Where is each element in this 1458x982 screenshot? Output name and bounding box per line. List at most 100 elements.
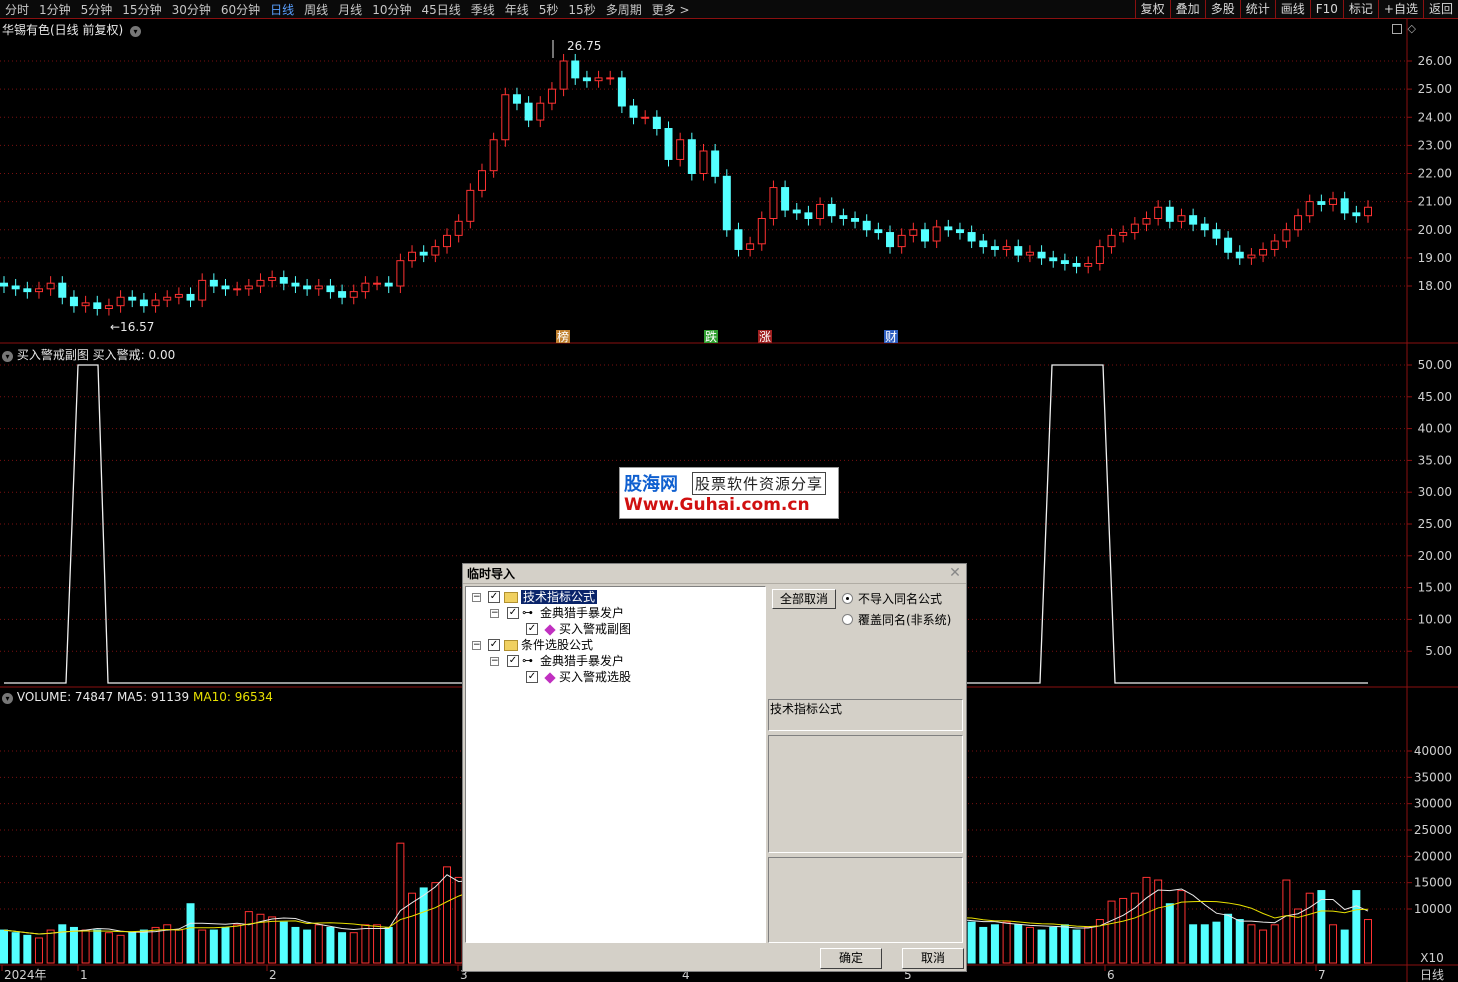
tree-checkbox[interactable]: ✓ bbox=[507, 655, 519, 667]
volume-bar bbox=[326, 926, 335, 964]
tree-checkbox[interactable]: ✓ bbox=[526, 623, 538, 635]
candle-body bbox=[816, 203, 825, 219]
volume-tick-label: 15000 bbox=[1414, 876, 1452, 890]
candle-body bbox=[46, 282, 55, 290]
volume-bar bbox=[979, 926, 988, 964]
tree-node-tech-formula[interactable]: 技术指标公式 bbox=[521, 589, 598, 605]
candle-body bbox=[559, 60, 568, 90]
volume-bar bbox=[1189, 924, 1198, 964]
volume-bar bbox=[967, 921, 976, 964]
collapse-icon[interactable]: − bbox=[490, 609, 499, 618]
options-panel: 全部取消 不导入同名公式 覆盖同名(非系统) 技术指标公式 bbox=[768, 586, 965, 943]
candle-body bbox=[851, 218, 860, 222]
collapse-icon[interactable]: − bbox=[472, 641, 481, 650]
candle-body bbox=[1130, 223, 1139, 234]
volume-bar bbox=[186, 903, 195, 964]
candle-body bbox=[1305, 201, 1314, 217]
event-marker-label: 榜 bbox=[557, 329, 569, 344]
description-box-top[interactable] bbox=[768, 735, 963, 853]
sub-tick-label: 20.00 bbox=[1418, 549, 1452, 563]
tree-node-group[interactable]: 金典猎手暴发户 bbox=[540, 605, 624, 621]
chevron-down-icon[interactable]: ▾ bbox=[2, 351, 13, 362]
candle-body bbox=[746, 243, 755, 250]
candle-body bbox=[268, 277, 277, 281]
candle-body bbox=[944, 226, 953, 231]
candle-body bbox=[256, 279, 265, 287]
cancel-all-button[interactable]: 全部取消 bbox=[772, 589, 836, 609]
import-dialog: 临时导入 ✕ − ✓ 技术指标公式 − ✓ ⊶ 金典猎手暴发户 ✓ 买入警戒副图… bbox=[462, 563, 967, 972]
tree-node-select-formula[interactable]: 条件选股公式 bbox=[521, 637, 593, 653]
candle-body bbox=[932, 226, 941, 242]
x-axis-label: 2 bbox=[269, 968, 277, 982]
candle-body bbox=[349, 291, 358, 298]
candle-body bbox=[34, 288, 43, 293]
candle-body bbox=[326, 285, 335, 293]
formula-icon bbox=[544, 672, 556, 684]
candle-body bbox=[1165, 206, 1174, 222]
candle-body bbox=[128, 296, 137, 301]
close-icon[interactable]: ✕ bbox=[948, 566, 962, 580]
price-tick-label: 23.00 bbox=[1418, 138, 1452, 152]
candle-body bbox=[1037, 251, 1046, 259]
candle-body bbox=[291, 282, 300, 287]
candle-body bbox=[104, 305, 113, 309]
description-box-bottom[interactable] bbox=[768, 857, 963, 943]
volume-bar bbox=[198, 929, 207, 964]
high-price-label: 26.75 bbox=[567, 39, 601, 53]
collapse-icon[interactable]: − bbox=[472, 593, 481, 602]
candle-body bbox=[711, 150, 720, 177]
candle-body bbox=[1072, 263, 1081, 267]
volume-bar bbox=[349, 932, 358, 964]
tree-checkbox[interactable]: ✓ bbox=[488, 591, 500, 603]
radio-skip-same[interactable] bbox=[842, 593, 853, 604]
candle-body bbox=[408, 251, 417, 262]
candle-body bbox=[571, 60, 580, 79]
x-axis-label: 1 bbox=[80, 968, 88, 982]
volume-bar bbox=[93, 929, 102, 964]
volume-bar bbox=[221, 926, 230, 964]
candle-body bbox=[1259, 248, 1268, 256]
price-tick-label: 25.00 bbox=[1418, 82, 1452, 96]
sub-tick-label: 5.00 bbox=[1425, 644, 1452, 658]
candle-body bbox=[676, 139, 685, 160]
volume-bar bbox=[69, 926, 78, 964]
tree-checkbox[interactable]: ✓ bbox=[507, 607, 519, 619]
ok-button[interactable]: 确定 bbox=[820, 948, 882, 969]
candle-body bbox=[920, 229, 929, 242]
volume-bar bbox=[1119, 897, 1128, 964]
volume-bar bbox=[233, 924, 242, 964]
candle-body bbox=[1107, 234, 1116, 248]
candle-body bbox=[466, 189, 475, 222]
volume-bar bbox=[209, 929, 218, 964]
cancel-button[interactable]: 取消 bbox=[902, 948, 964, 969]
candle-body bbox=[501, 94, 510, 141]
formula-icon bbox=[544, 624, 556, 636]
tree-node-formula[interactable]: 买入警戒副图 bbox=[559, 621, 631, 637]
candle-body bbox=[186, 293, 195, 301]
tree-checkbox[interactable]: ✓ bbox=[488, 639, 500, 651]
candle-body bbox=[279, 277, 288, 284]
folder-icon bbox=[504, 592, 518, 603]
tree-node-formula[interactable]: 买入警戒选股 bbox=[559, 669, 631, 685]
volume-bar bbox=[1340, 929, 1349, 964]
candle-body bbox=[687, 139, 696, 174]
volume-tick-label: 30000 bbox=[1414, 797, 1452, 811]
event-marker-label: 涨 bbox=[759, 329, 771, 344]
candle-body bbox=[139, 299, 148, 307]
formula-tree: − ✓ 技术指标公式 − ✓ ⊶ 金典猎手暴发户 ✓ 买入警戒副图 − ✓ 条件… bbox=[465, 586, 766, 943]
tree-checkbox[interactable]: ✓ bbox=[526, 671, 538, 683]
event-marker-label: 跌 bbox=[705, 329, 717, 344]
radio-overwrite[interactable] bbox=[842, 614, 853, 625]
chevron-down-icon[interactable]: ▾ bbox=[2, 693, 13, 704]
candle-body bbox=[151, 299, 160, 307]
volume-bar bbox=[1037, 929, 1046, 964]
tree-node-group[interactable]: 金典猎手暴发户 bbox=[540, 653, 624, 669]
candle-body bbox=[629, 105, 638, 118]
candle-body bbox=[734, 229, 743, 250]
collapse-icon[interactable]: − bbox=[490, 657, 499, 666]
candle-body bbox=[1340, 198, 1349, 214]
candle-body bbox=[174, 293, 183, 298]
volume-bar bbox=[1154, 879, 1163, 964]
candle-body bbox=[1025, 251, 1034, 256]
volume-tick-label: 25000 bbox=[1414, 823, 1452, 837]
